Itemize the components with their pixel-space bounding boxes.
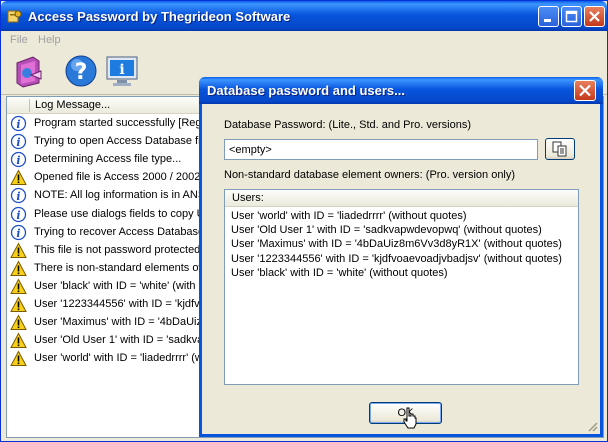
users-list[interactable]: Users: User 'world' with ID = 'liadedrrr… bbox=[224, 189, 579, 385]
menubar: File Help bbox=[1, 31, 607, 49]
close-icon bbox=[589, 11, 600, 22]
info-icon: i bbox=[10, 115, 27, 132]
warning-icon bbox=[10, 242, 27, 259]
info-icon: i bbox=[10, 133, 27, 150]
log-message: Determining Access file type... bbox=[34, 153, 182, 166]
main-titlebar[interactable]: Access Password by Thegrideon Software bbox=[1, 1, 607, 31]
log-message: User 'Maximus' with ID = '4bDaUiz bbox=[34, 316, 202, 329]
log-message: User 'black' with ID = 'white' (with bbox=[34, 279, 196, 292]
app-key-icon bbox=[7, 10, 22, 23]
log-message: There is non-standard elements ow bbox=[34, 261, 207, 274]
log-message: This file is not password protected. bbox=[34, 243, 204, 256]
dialog-titlebar[interactable]: Database password and users... bbox=[199, 77, 603, 104]
minimize-button[interactable] bbox=[538, 6, 559, 27]
svg-text:i: i bbox=[16, 227, 20, 240]
dialog-close-button[interactable] bbox=[574, 80, 596, 101]
log-column-header-label: Log Message... bbox=[35, 99, 111, 111]
info-monitor-icon[interactable]: i bbox=[104, 53, 140, 89]
maximize-button[interactable] bbox=[561, 6, 582, 27]
open-database-icon[interactable] bbox=[11, 53, 47, 89]
log-message: Trying to open Access Database fil bbox=[34, 135, 203, 148]
user-list-item[interactable]: User 'Old User 1' with ID = 'sadkvapwdev… bbox=[231, 224, 542, 238]
copy-password-button[interactable] bbox=[545, 138, 575, 160]
column-separator bbox=[29, 99, 30, 112]
log-message: User '1223344556' with ID = 'kjdfv bbox=[34, 298, 200, 310]
log-message: NOTE: All log information is in ANSI bbox=[34, 189, 209, 202]
close-button[interactable] bbox=[584, 6, 605, 27]
maximize-icon bbox=[565, 10, 578, 23]
main-window-title: Access Password by Thegrideon Software bbox=[28, 9, 291, 24]
user-list-item[interactable]: User 'black' with ID = 'white' (without … bbox=[231, 267, 448, 281]
users-dialog: Database password and users... Database … bbox=[199, 77, 603, 437]
log-message: User 'world' with ID = 'liadedrrrr' (w bbox=[34, 352, 203, 365]
warning-icon bbox=[10, 296, 27, 313]
info-icon: i bbox=[10, 206, 27, 223]
close-icon bbox=[579, 84, 591, 97]
log-message: Opened file is Access 2000 / 2002( bbox=[34, 171, 204, 184]
info-icon: i bbox=[10, 224, 27, 241]
warning-icon bbox=[10, 332, 27, 349]
info-icon: i bbox=[10, 151, 27, 168]
svg-text:i: i bbox=[16, 209, 20, 222]
owners-label: Non-standard database element owners: (P… bbox=[224, 169, 516, 181]
log-message: Please use dialogs fields to copy U bbox=[34, 207, 205, 220]
warning-icon bbox=[10, 278, 27, 295]
dialog-title: Database password and users... bbox=[207, 83, 405, 98]
minimize-icon bbox=[544, 19, 551, 22]
warning-icon bbox=[10, 169, 27, 186]
users-column-header[interactable]: Users: bbox=[225, 190, 578, 207]
log-message: Program started successfully [Regi bbox=[34, 117, 204, 129]
help-icon[interactable]: ? bbox=[63, 53, 99, 89]
warning-icon bbox=[10, 314, 27, 331]
user-list-item[interactable]: User '1223344556' with ID = 'kjdfvoaevoa… bbox=[231, 253, 562, 267]
warning-icon bbox=[10, 350, 27, 367]
svg-text:i: i bbox=[16, 154, 20, 167]
svg-text:i: i bbox=[16, 136, 20, 149]
log-message: User 'Old User 1' with ID = 'sadkva bbox=[34, 334, 204, 347]
menu-help[interactable]: Help bbox=[38, 34, 61, 46]
mouse-cursor-icon bbox=[403, 407, 417, 429]
svg-text:i: i bbox=[119, 62, 124, 78]
svg-text:i: i bbox=[16, 190, 20, 203]
user-list-item[interactable]: User 'world' with ID = 'liadedrrrr' (wit… bbox=[231, 210, 467, 224]
users-column-header-label: Users: bbox=[232, 192, 264, 204]
log-message: Trying to recover Access Database bbox=[34, 225, 205, 238]
svg-text:?: ? bbox=[75, 60, 88, 85]
password-field[interactable] bbox=[224, 139, 538, 160]
copy-icon bbox=[552, 141, 567, 157]
user-list-item[interactable]: User 'Maximus' with ID = '4bDaUiz8m6Vv3d… bbox=[231, 238, 562, 252]
password-label: Database Password: (Lite., Std. and Pro.… bbox=[224, 119, 472, 131]
info-icon: i bbox=[10, 187, 27, 204]
resize-grip-icon[interactable] bbox=[586, 420, 598, 432]
menu-file[interactable]: File bbox=[10, 34, 28, 46]
svg-text:i: i bbox=[16, 118, 20, 131]
warning-icon bbox=[10, 260, 27, 277]
